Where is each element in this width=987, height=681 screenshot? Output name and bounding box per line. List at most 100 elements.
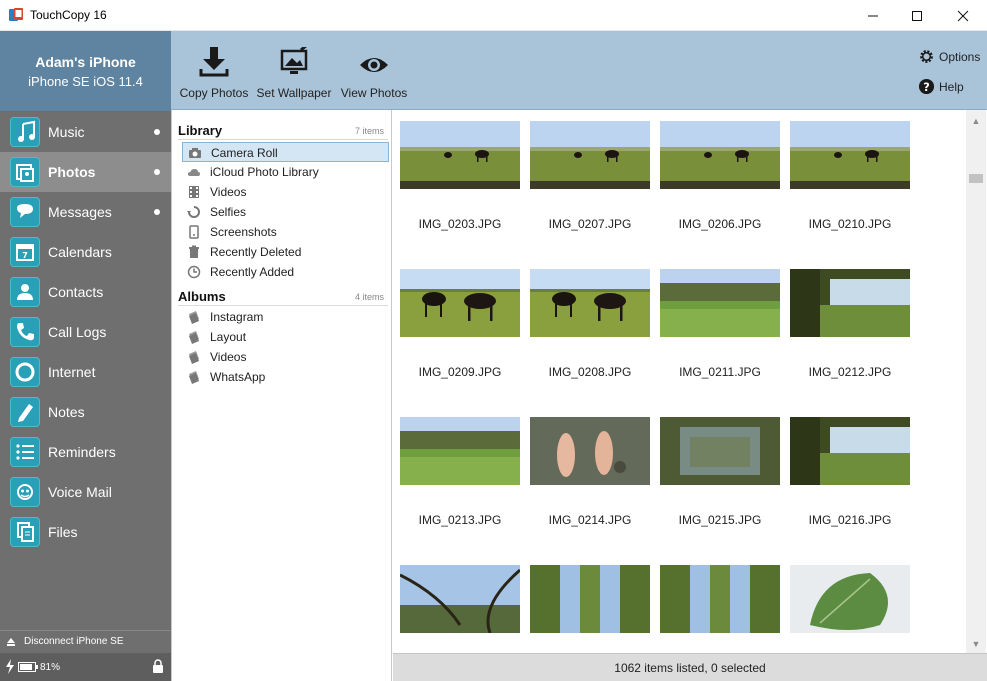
photo-image[interactable] — [790, 565, 910, 633]
photo-image[interactable] — [400, 565, 520, 633]
library-item-recently-deleted[interactable]: Recently Deleted — [182, 242, 389, 262]
set-wallpaper-button[interactable]: Set Wallpaper — [255, 43, 333, 100]
vertical-scrollbar[interactable]: ▲ ▼ — [966, 110, 986, 653]
copy-photos-button[interactable]: Copy Photos — [177, 43, 251, 100]
device-name: Adam's iPhone — [35, 54, 136, 70]
gear-icon — [920, 50, 933, 63]
copy-photos-label: Copy Photos — [179, 86, 249, 100]
photo-image[interactable] — [660, 269, 780, 337]
photo-thumbnail[interactable]: IMG_0208.JPG — [530, 269, 650, 379]
scroll-down-icon[interactable]: ▼ — [971, 639, 981, 649]
photo-thumbnail[interactable]: IMG_0216.JPG — [790, 417, 910, 527]
photo-thumbnail[interactable]: IMG_0214.JPG — [530, 417, 650, 527]
photo-image[interactable] — [660, 121, 780, 189]
new-content-dot — [154, 209, 160, 215]
album-item-videos[interactable]: Videos — [182, 347, 389, 367]
battery-level: 81% — [40, 662, 61, 673]
camera-icon — [189, 148, 201, 158]
library-item-camera-roll[interactable]: Camera Roll — [182, 142, 389, 162]
photo-image[interactable] — [400, 121, 520, 189]
photo-thumbnail[interactable]: IMG_0212.JPG — [790, 269, 910, 379]
library-item-icloud-photo-library[interactable]: iCloud Photo Library — [182, 162, 389, 182]
sidebar-item-calendars[interactable]: 7 Calendars — [0, 232, 171, 272]
eye-icon — [360, 58, 388, 72]
photo-thumbnail[interactable]: IMG_0210.JPG — [790, 121, 910, 231]
selfie-icon — [187, 206, 200, 218]
device-header: Adam's iPhone iPhone SE iOS 11.4 — [0, 31, 171, 111]
photo-image[interactable] — [530, 269, 650, 337]
photo-thumbnail[interactable] — [530, 565, 650, 633]
eject-icon — [7, 638, 15, 646]
device-status-row: 81% — [0, 653, 171, 681]
photo-thumbnail[interactable] — [790, 565, 910, 633]
scroll-up-icon[interactable]: ▲ — [971, 116, 981, 126]
photo-image[interactable] — [530, 565, 650, 633]
voicemail-icon — [10, 477, 40, 507]
sidebar-item-voice-mail[interactable]: Voice Mail — [0, 472, 171, 512]
disconnect-label: Disconnect iPhone SE — [24, 636, 124, 647]
internet-icon — [10, 357, 40, 387]
sidebar-item-contacts[interactable]: Contacts — [0, 272, 171, 312]
album-item-label: Videos — [210, 350, 247, 364]
minimize-button[interactable] — [850, 0, 896, 31]
lock-icon[interactable] — [152, 659, 164, 673]
photo-thumbnail[interactable]: IMG_0211.JPG — [660, 269, 780, 379]
sidebar-item-label: Contacts — [48, 284, 104, 300]
photo-filename: IMG_0208.JPG — [548, 365, 632, 379]
library-item-label: Recently Added — [210, 265, 295, 279]
photo-thumbnail[interactable]: IMG_0207.JPG — [530, 121, 650, 231]
library-item-videos[interactable]: Videos — [182, 182, 389, 202]
sidebar-item-music[interactable]: Music — [0, 112, 171, 152]
photo-image[interactable] — [530, 121, 650, 189]
album-item-instagram[interactable]: Instagram — [182, 307, 389, 327]
photo-thumbnail[interactable]: IMG_0209.JPG — [400, 269, 520, 379]
help-button[interactable]: ? Help — [918, 78, 964, 95]
photo-image[interactable] — [790, 121, 910, 189]
close-icon — [957, 10, 969, 21]
album-item-whatsapp[interactable]: WhatsApp — [182, 367, 389, 387]
sidebar-item-internet[interactable]: Internet — [0, 352, 171, 392]
photo-thumbnail[interactable]: IMG_0213.JPG — [400, 417, 520, 527]
options-button[interactable]: Options — [918, 48, 980, 65]
sidebar-item-notes[interactable]: Notes — [0, 392, 171, 432]
sidebar-item-files[interactable]: Files — [0, 512, 171, 552]
photo-image[interactable] — [660, 565, 780, 633]
maximize-button[interactable] — [894, 0, 940, 31]
library-item-label: Screenshots — [210, 225, 277, 239]
sidebar-item-messages[interactable]: Messages — [0, 192, 171, 232]
album-item-layout[interactable]: Layout — [182, 327, 389, 347]
sidebar-item-photos[interactable]: Photos — [0, 152, 171, 192]
messages-icon — [10, 197, 40, 227]
photo-image[interactable] — [400, 417, 520, 485]
photo-thumbnail[interactable]: IMG_0215.JPG — [660, 417, 780, 527]
trash-icon — [189, 245, 199, 258]
view-photos-button[interactable]: View Photos — [337, 43, 411, 100]
sidebar-item-reminders[interactable]: Reminders — [0, 432, 171, 472]
photo-image[interactable] — [530, 417, 650, 485]
photo-image[interactable] — [790, 269, 910, 337]
library-item-recently-added[interactable]: Recently Added — [182, 262, 389, 282]
photo-thumbnail[interactable] — [400, 565, 520, 633]
photo-image[interactable] — [660, 417, 780, 485]
photo-image[interactable] — [790, 417, 910, 485]
new-content-dot — [154, 169, 160, 175]
library-item-label: Selfies — [210, 205, 247, 219]
library-item-selfies[interactable]: Selfies — [182, 202, 389, 222]
sidebar-item-label: Files — [48, 524, 78, 540]
minimize-icon — [868, 15, 878, 16]
charging-icon — [6, 659, 14, 674]
sidebar-item-label: Photos — [48, 164, 96, 180]
photo-thumbnail[interactable] — [660, 565, 780, 633]
sidebar-item-call-logs[interactable]: Call Logs — [0, 312, 171, 352]
photo-thumbnail[interactable]: IMG_0206.JPG — [660, 121, 780, 231]
album-icon — [189, 371, 199, 384]
disconnect-button[interactable]: Disconnect iPhone SE — [0, 630, 171, 652]
photo-image[interactable] — [400, 269, 520, 337]
close-button[interactable] — [940, 0, 986, 31]
photos-icon — [10, 157, 40, 187]
download-icon — [199, 47, 229, 77]
scrollbar-thumb[interactable] — [969, 174, 983, 183]
battery-icon — [18, 662, 38, 672]
photo-thumbnail[interactable]: IMG_0203.JPG — [400, 121, 520, 231]
library-item-screenshots[interactable]: Screenshots — [182, 222, 389, 242]
